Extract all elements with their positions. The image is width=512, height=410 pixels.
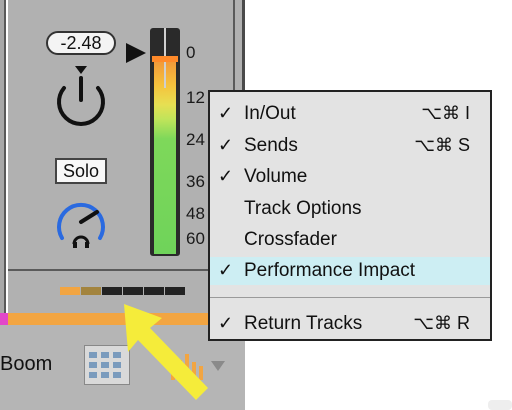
meter-segment [60,287,80,295]
check-icon: ✓ [218,313,234,333]
level-meter [154,62,176,254]
meter-segment [123,287,143,295]
menu-item-label: Crossfader [244,229,337,250]
volume-marker-icon [126,43,146,63]
menu-item-performance-impact[interactable]: ✓ Performance Impact [210,257,490,285]
scale-label: 48 [186,204,205,223]
meter-segment [102,287,122,295]
menu-shortcut: ⌥⌘ I [421,103,470,123]
menu-item-label: Sends [244,135,298,156]
scale-label: 36 [186,172,205,191]
check-icon: ✓ [218,260,234,280]
menu-separator [210,297,490,298]
menu-shortcut: ⌥⌘ R [413,313,470,333]
send-knob[interactable] [50,192,112,254]
menu-item-label: Return Tracks [244,313,363,334]
device-name[interactable]: Boom [0,353,52,376]
meter-segment [144,287,164,295]
thumb-cell [101,362,109,368]
menu-shortcut: ⌥⌘ S [414,135,470,155]
track-color-strip [0,313,8,325]
context-menu: ✓ In/Out ⌥⌘ I ✓ Sends ⌥⌘ S ✓ Volume Trac… [208,90,492,341]
menu-item-label: Track Options [244,198,362,219]
thumb-cell [101,352,109,358]
menu-item-return-tracks[interactable]: ✓ Return Tracks ⌥⌘ R [210,310,490,338]
check-icon: ✓ [218,103,234,123]
menu-item-track-options[interactable]: Track Options [210,195,490,223]
scale-label: 0 [186,43,196,62]
scale-label: 24 [186,130,205,149]
menu-item-crossfader[interactable]: Crossfader [210,226,490,254]
fader-peak [152,56,178,62]
thumb-cell [89,362,97,368]
menu-item-label: Performance Impact [244,260,416,281]
annotation-arrow-icon [124,304,208,400]
performance-impact-meter [60,287,185,295]
scale-label: 12 [186,88,205,107]
thumb-cell [89,372,97,378]
check-icon: ✓ [218,135,234,155]
menu-item-in-out[interactable]: ✓ In/Out ⌥⌘ I [210,100,490,128]
menu-item-sends[interactable]: ✓ Sends ⌥⌘ S [210,132,490,160]
left-edge-strip [0,0,6,318]
solo-button[interactable]: Solo [55,158,107,184]
thumb-cell [101,372,109,378]
menu-item-label: Volume [244,166,308,187]
menu-item-volume[interactable]: ✓ Volume [210,163,490,191]
thumb-cell [89,352,97,358]
menu-item-label: In/Out [244,103,296,124]
scrollbar[interactable] [488,400,512,410]
meter-segment [81,287,101,295]
meter-segment [165,287,185,295]
check-icon: ✓ [218,166,234,186]
scale-label: 60 [186,229,205,248]
volume-value-display[interactable]: -2.48 [46,31,116,55]
pan-knob[interactable] [50,64,112,126]
